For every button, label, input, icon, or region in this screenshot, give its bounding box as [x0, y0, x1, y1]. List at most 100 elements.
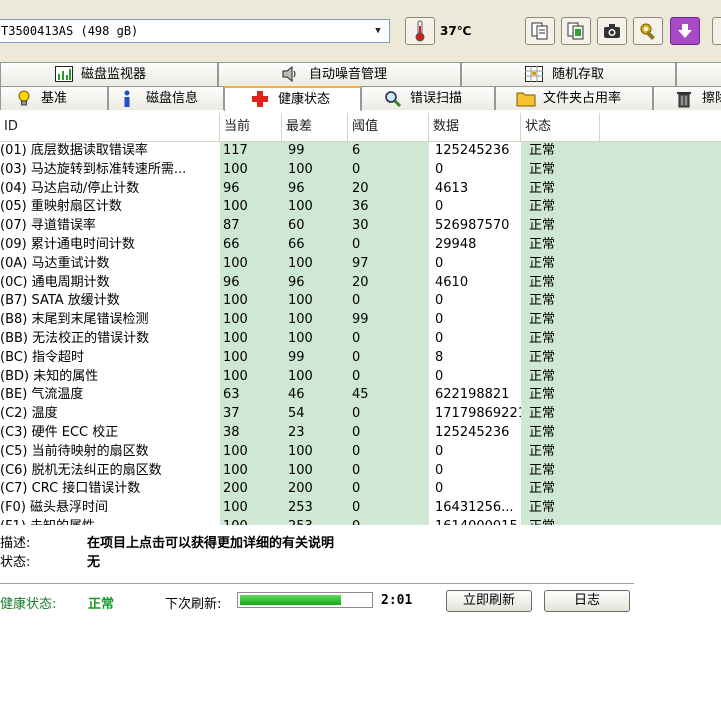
- threshold-value: 0: [348, 160, 431, 180]
- tab-benchmark[interactable]: 基准: [0, 86, 108, 110]
- state-text: 无: [87, 555, 101, 570]
- trash-icon: [677, 92, 691, 108]
- temperature-button[interactable]: [405, 17, 435, 45]
- drive-select[interactable]: T3500413AS (498 gB) ▼: [0, 19, 390, 43]
- worst-value: 46: [282, 386, 352, 406]
- tab-disk-info[interactable]: 磁盘信息: [108, 86, 224, 110]
- raw-data: 8: [429, 348, 525, 368]
- threshold-value: 0: [348, 348, 431, 368]
- table-row[interactable]: (0A) 马达重试计数 100 100 97 0 正常: [0, 254, 721, 274]
- raw-data: 0: [429, 292, 525, 312]
- table-row[interactable]: (C2) 温度 37 54 0 17179869221 正常: [0, 405, 721, 424]
- table-row[interactable]: (BE) 气流温度 63 46 45 622198821 正常: [0, 386, 721, 406]
- options-button[interactable]: [633, 17, 663, 45]
- row-filler: [600, 311, 721, 330]
- status-value: 正常: [521, 179, 608, 199]
- column-header-threshold[interactable]: 阈值: [348, 113, 429, 141]
- log-button[interactable]: 日志: [544, 590, 630, 612]
- screenshot-button[interactable]: [597, 17, 627, 45]
- copy-button[interactable]: [525, 17, 555, 45]
- tab-disk-monitor[interactable]: 磁盘监视器: [0, 62, 218, 86]
- table-row[interactable]: (BC) 指令超时 100 99 0 8 正常: [0, 348, 721, 368]
- table-row[interactable]: (F0) 磁头悬浮时间 100 253 0 16431256... 正常: [0, 499, 721, 518]
- threshold-value: 0: [348, 480, 431, 500]
- table-row[interactable]: (04) 马达启动/停止计数 96 96 20 4613 正常: [0, 179, 721, 199]
- threshold-value: 36: [348, 198, 431, 218]
- attribute-name: (03) 马达旋转到标准转速所需...: [0, 161, 187, 177]
- table-row[interactable]: (07) 寻道错误率 87 60 30 526987570 正常: [0, 217, 721, 236]
- raw-data: 622198821: [429, 386, 525, 406]
- current-value: 96: [220, 273, 283, 293]
- status-value: 正常: [521, 142, 608, 161]
- table-row[interactable]: (01) 底层数据读取错误率 117 99 6 125245236 正常: [0, 142, 721, 161]
- threshold-value: 0: [348, 424, 431, 443]
- copy-icon: [531, 22, 548, 40]
- table-row[interactable]: (BB) 无法校正的错误计数 100 100 0 0 正常: [0, 330, 721, 349]
- current-value: 37: [220, 405, 283, 424]
- row-filler: [600, 442, 721, 462]
- attribute-name: (0A) 马达重试计数: [0, 255, 110, 271]
- tab-random-access[interactable]: 随机存取: [461, 62, 676, 86]
- status-value: 正常: [521, 160, 608, 180]
- refresh-now-button[interactable]: 立即刷新: [446, 590, 532, 612]
- chevron-down-icon[interactable]: ▼: [369, 21, 387, 41]
- worst-value: 100: [282, 461, 352, 481]
- table-row[interactable]: (0C) 通电周期计数 96 96 20 4610 正常: [0, 273, 721, 293]
- table-row[interactable]: (F1) 未知的属性10025301614000015正常: [0, 518, 721, 525]
- row-filler: [600, 142, 721, 161]
- tab-erase[interactable]: 擦除: [653, 86, 721, 110]
- table-header: ID 当前 最差 阈值 数据 状态: [0, 113, 721, 142]
- status-value: 正常: [521, 217, 608, 236]
- table-row[interactable]: (09) 累计通电时间计数 66 66 0 29948 正常: [0, 236, 721, 255]
- row-filler: [600, 236, 721, 255]
- table-row[interactable]: (C7) CRC 接口错误计数 200 200 0 0 正常: [0, 480, 721, 500]
- column-header-current[interactable]: 当前: [220, 113, 282, 141]
- column-header-id[interactable]: ID: [0, 113, 220, 141]
- column-header-worst[interactable]: 最差: [282, 113, 348, 141]
- worst-value: 200: [282, 480, 352, 500]
- threshold-value: 45: [348, 386, 431, 406]
- tab-overflow[interactable]: [676, 62, 721, 86]
- table-row[interactable]: (C5) 当前待映射的扇区数 100 100 0 0 正常: [0, 442, 721, 462]
- column-header-data[interactable]: 数据: [429, 113, 521, 141]
- download-button[interactable]: [670, 17, 700, 45]
- worst-value: 100: [282, 442, 352, 462]
- attribute-name: (BC) 指令超时: [0, 349, 85, 365]
- current-value: 100: [220, 198, 283, 218]
- tab-label: 磁盘监视器: [81, 67, 147, 82]
- attribute-name: (B7) SATA 放缓计数: [0, 293, 120, 309]
- table-row[interactable]: (C3) 硬件 ECC 校正 38 23 0 125245236 正常: [0, 424, 721, 443]
- column-header-status[interactable]: 状态: [521, 113, 600, 141]
- tab-aam[interactable]: 自动噪音管理: [218, 62, 461, 86]
- folder-icon: [516, 92, 536, 107]
- attribute-name: (B8) 末尾到末尾错误检测: [0, 312, 149, 328]
- table-row[interactable]: (BD) 未知的属性 100 100 0 0 正常: [0, 367, 721, 387]
- tab-error-scan[interactable]: 错误扫描: [361, 86, 495, 110]
- row-filler: [600, 424, 721, 443]
- attribute-name: (09) 累计通电时间计数: [0, 237, 135, 252]
- raw-data: 0: [429, 311, 525, 330]
- copy-all-button[interactable]: [561, 17, 591, 45]
- attribute-name: (F1) 未知的属性: [0, 518, 218, 525]
- table-row[interactable]: (B8) 末尾到末尾错误检测 100 100 99 0 正常: [0, 311, 721, 330]
- attribute-name: (0C) 通电周期计数: [0, 274, 110, 290]
- extra-button[interactable]: [712, 17, 721, 45]
- table-row[interactable]: (C6) 脱机无法纠正的扇区数 100 100 0 0 正常: [0, 461, 721, 481]
- next-refresh-label: 下次刷新:: [165, 597, 222, 612]
- worst-value: 66: [282, 236, 352, 255]
- raw-data: 125245236: [429, 142, 525, 161]
- worst-value: 100: [282, 198, 352, 218]
- row-filler: [600, 518, 721, 525]
- tab-folder-usage[interactable]: 文件夹占用率: [495, 86, 653, 110]
- tab-label: 文件夹占用率: [543, 91, 622, 106]
- tab-health[interactable]: 健康状态: [224, 86, 361, 111]
- health-status-label: 健康状态:: [0, 597, 57, 612]
- current-value: 38: [220, 424, 283, 443]
- arrow-down-icon: [678, 24, 692, 38]
- table-row[interactable]: (05) 重映射扇区计数 100 100 36 0 正常: [0, 198, 721, 218]
- table-row[interactable]: (03) 马达旋转到标准转速所需... 100 100 0 0 正常: [0, 160, 721, 180]
- worst-value: 253: [282, 518, 352, 525]
- table-row[interactable]: (B7) SATA 放缓计数 100 100 0 0 正常: [0, 292, 721, 312]
- row-filler: [600, 198, 721, 218]
- smart-table: ID 当前 最差 阈值 数据 状态 (01) 底层数据读取错误率 117 99 6 12…: [0, 113, 721, 525]
